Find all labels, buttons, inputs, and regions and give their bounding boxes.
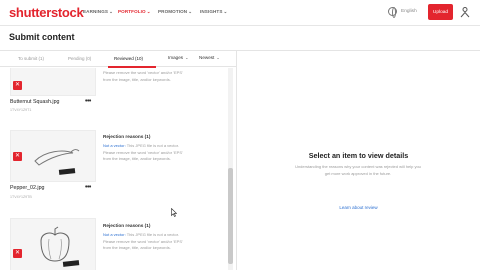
more-options-button[interactable]: •••	[85, 98, 91, 105]
remove-icon[interactable]: ✕	[13, 249, 22, 258]
nav-promotion[interactable]: PROMOTION⌄	[158, 9, 192, 15]
chevron-down-icon: ⌄	[185, 55, 189, 60]
tab-pending[interactable]: Pending (0)	[68, 56, 91, 61]
chevron-down-icon: ⌄	[188, 9, 193, 14]
file-name: Pepper_02.jpg	[10, 185, 45, 191]
nav-portfolio[interactable]: PORTFOLIO⌄	[118, 9, 151, 15]
image-thumbnail[interactable]	[10, 130, 96, 182]
nav-insights[interactable]: INSIGHTS⌄	[200, 9, 227, 15]
language-selector[interactable]: English	[401, 9, 417, 14]
header-divider	[0, 50, 480, 51]
tab-to-submit[interactable]: To submit (1)	[18, 56, 44, 61]
chevron-down-icon: ⌄	[146, 9, 151, 14]
top-nav: shutterstock EARNINGS⌄ PORTFOLIO⌄ PROMOT…	[0, 0, 480, 26]
image-thumbnail[interactable]	[10, 218, 96, 270]
type-filter[interactable]: Images ⌄	[168, 55, 188, 60]
file-name: Butternut Squash.jpg	[10, 99, 60, 105]
tabs-bar: To submit (1) Pending (0) Reviewed (10) …	[0, 52, 236, 68]
mouse-cursor-icon	[171, 208, 177, 217]
chevron-down-icon: ⌄	[216, 55, 220, 60]
nav-earnings[interactable]: EARNINGS⌄	[83, 9, 113, 15]
detail-title: Select an item to view details	[308, 151, 409, 160]
file-id: 1TV4Y1Z9TB	[10, 195, 32, 199]
rejection-reasons-title: Rejection reasons (1)	[103, 134, 151, 139]
reviewed-list: ✕ Butternut Squash.jpg 1TV4Y1Z9T1 ••• Pl…	[0, 68, 236, 270]
rejection-reason-text: Not a vector: This JPEG file is not a ve…	[103, 143, 183, 162]
chili-pepper-image	[34, 149, 80, 175]
tab-reviewed[interactable]: Reviewed (10)	[114, 56, 143, 61]
more-options-button[interactable]: •••	[85, 184, 91, 191]
bell-pepper-image	[40, 226, 80, 267]
learn-about-review-link[interactable]: Learn about review	[237, 205, 480, 210]
pane-divider	[236, 51, 237, 270]
scrollbar-thumb[interactable]	[228, 168, 233, 264]
file-id: 1TV4Y1Z9T1	[10, 108, 32, 112]
rejection-reason-text: Please remove the word 'vector' and/or '…	[103, 70, 183, 82]
page-title: Submit content	[9, 32, 75, 42]
image-thumbnail[interactable]	[10, 68, 96, 96]
rejection-reasons-title: Rejection reasons (1)	[103, 223, 151, 228]
account-icon[interactable]	[460, 6, 470, 18]
chevron-down-icon: ⌄	[109, 9, 113, 14]
upload-button[interactable]: Upload	[428, 4, 453, 20]
remove-icon[interactable]: ✕	[13, 81, 22, 90]
rejection-reason-text: Not a vector: This JPEG file is not a ve…	[103, 232, 183, 251]
sort-filter[interactable]: Newest ⌄	[199, 55, 220, 60]
shutterstock-logo[interactable]: shutterstock	[9, 5, 84, 20]
chevron-down-icon: ⌄	[223, 9, 228, 14]
remove-icon[interactable]: ✕	[13, 152, 22, 161]
detail-description: Understanding the reasons why your conte…	[295, 164, 421, 176]
globe-icon[interactable]	[388, 7, 397, 18]
